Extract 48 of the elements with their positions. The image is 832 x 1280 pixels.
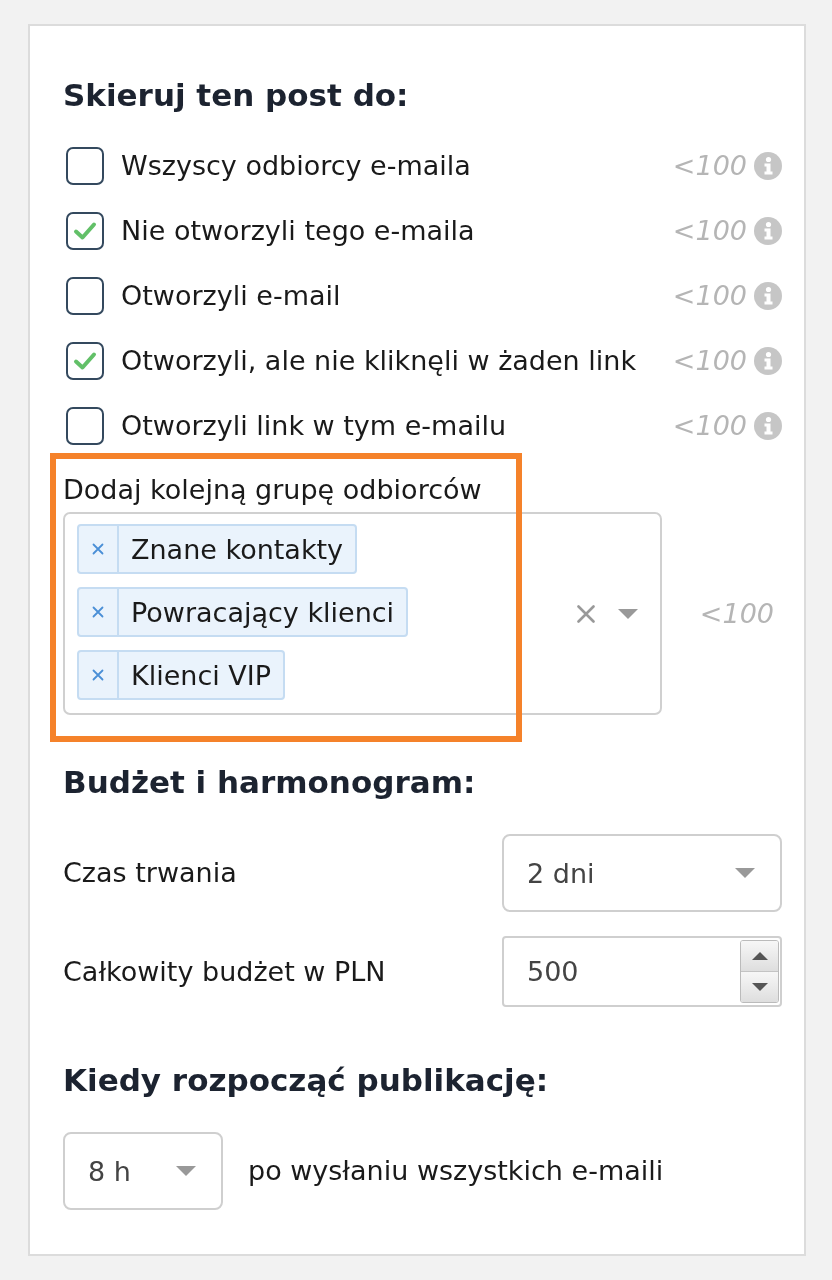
checkbox-label: Wszyscy odbiorcy e-maila [121,148,471,183]
checkbox-label: Nie otworzyli tego e-maila [121,213,475,248]
info-icon[interactable] [754,411,782,440]
checkbox[interactable] [66,406,104,445]
field-label: Całkowity budżet w PLN [63,955,386,987]
estimate-count: <100 [672,408,747,443]
info-icon[interactable] [754,281,782,310]
info-icon[interactable] [754,346,782,375]
dropdown-select[interactable]: 2 dni [502,834,782,912]
number-input[interactable]: 500 [502,936,782,1007]
clear-icon[interactable] [577,604,595,623]
delay-description: po wysłaniu wszystkich e-maili [248,1154,664,1188]
close-icon [92,543,104,555]
estimate-count: <100 [672,213,747,248]
caret-icon [618,608,638,619]
close-icon [92,669,104,681]
caret-icon [176,1166,196,1176]
multi-select-field[interactable]: Znane kontakty Powracający klienci Klienci VIP [63,512,662,715]
checkbox[interactable] [66,341,104,380]
dropdown-select[interactable]: 8 h [63,1132,223,1210]
estimate-count: <100 [672,343,747,378]
caret-up-icon [751,952,768,960]
checkbox-label: Otworzyli e-mail [121,278,341,313]
section-heading: Budżet i harmonogram: [63,764,476,800]
section-heading: Skieruj ten post do: [63,77,409,113]
checkbox-label: Otworzyli, ale nie kliknęli w żaden link [121,343,637,378]
tag-label: Znane kontakty [130,532,345,567]
checkbox[interactable] [66,146,104,185]
close-icon [92,606,104,618]
estimate-count: <100 [672,148,747,183]
section-heading: Kiedy rozpocząć publikację: [63,1062,549,1098]
estimate-count: <100 [699,596,774,631]
estimate-count: <100 [672,278,747,313]
check-icon [73,220,97,241]
tag-label: Klienci VIP [130,658,273,693]
caret-down-icon [751,983,768,991]
caret-icon [735,868,755,878]
checkbox[interactable] [66,276,104,315]
increment-button[interactable] [741,941,778,971]
field-label: Czas trwania [63,857,237,888]
checkbox[interactable] [66,211,104,250]
field-label: Dodaj kolejną grupę odbiorców [63,473,482,507]
info-icon[interactable] [754,216,782,245]
decrement-button[interactable] [741,971,778,1002]
info-icon[interactable] [754,151,782,180]
check-icon [73,350,97,371]
checkbox-label: Otworzyli link w tym e-mailu [121,408,507,443]
tag-label: Powracający klienci [130,595,396,630]
